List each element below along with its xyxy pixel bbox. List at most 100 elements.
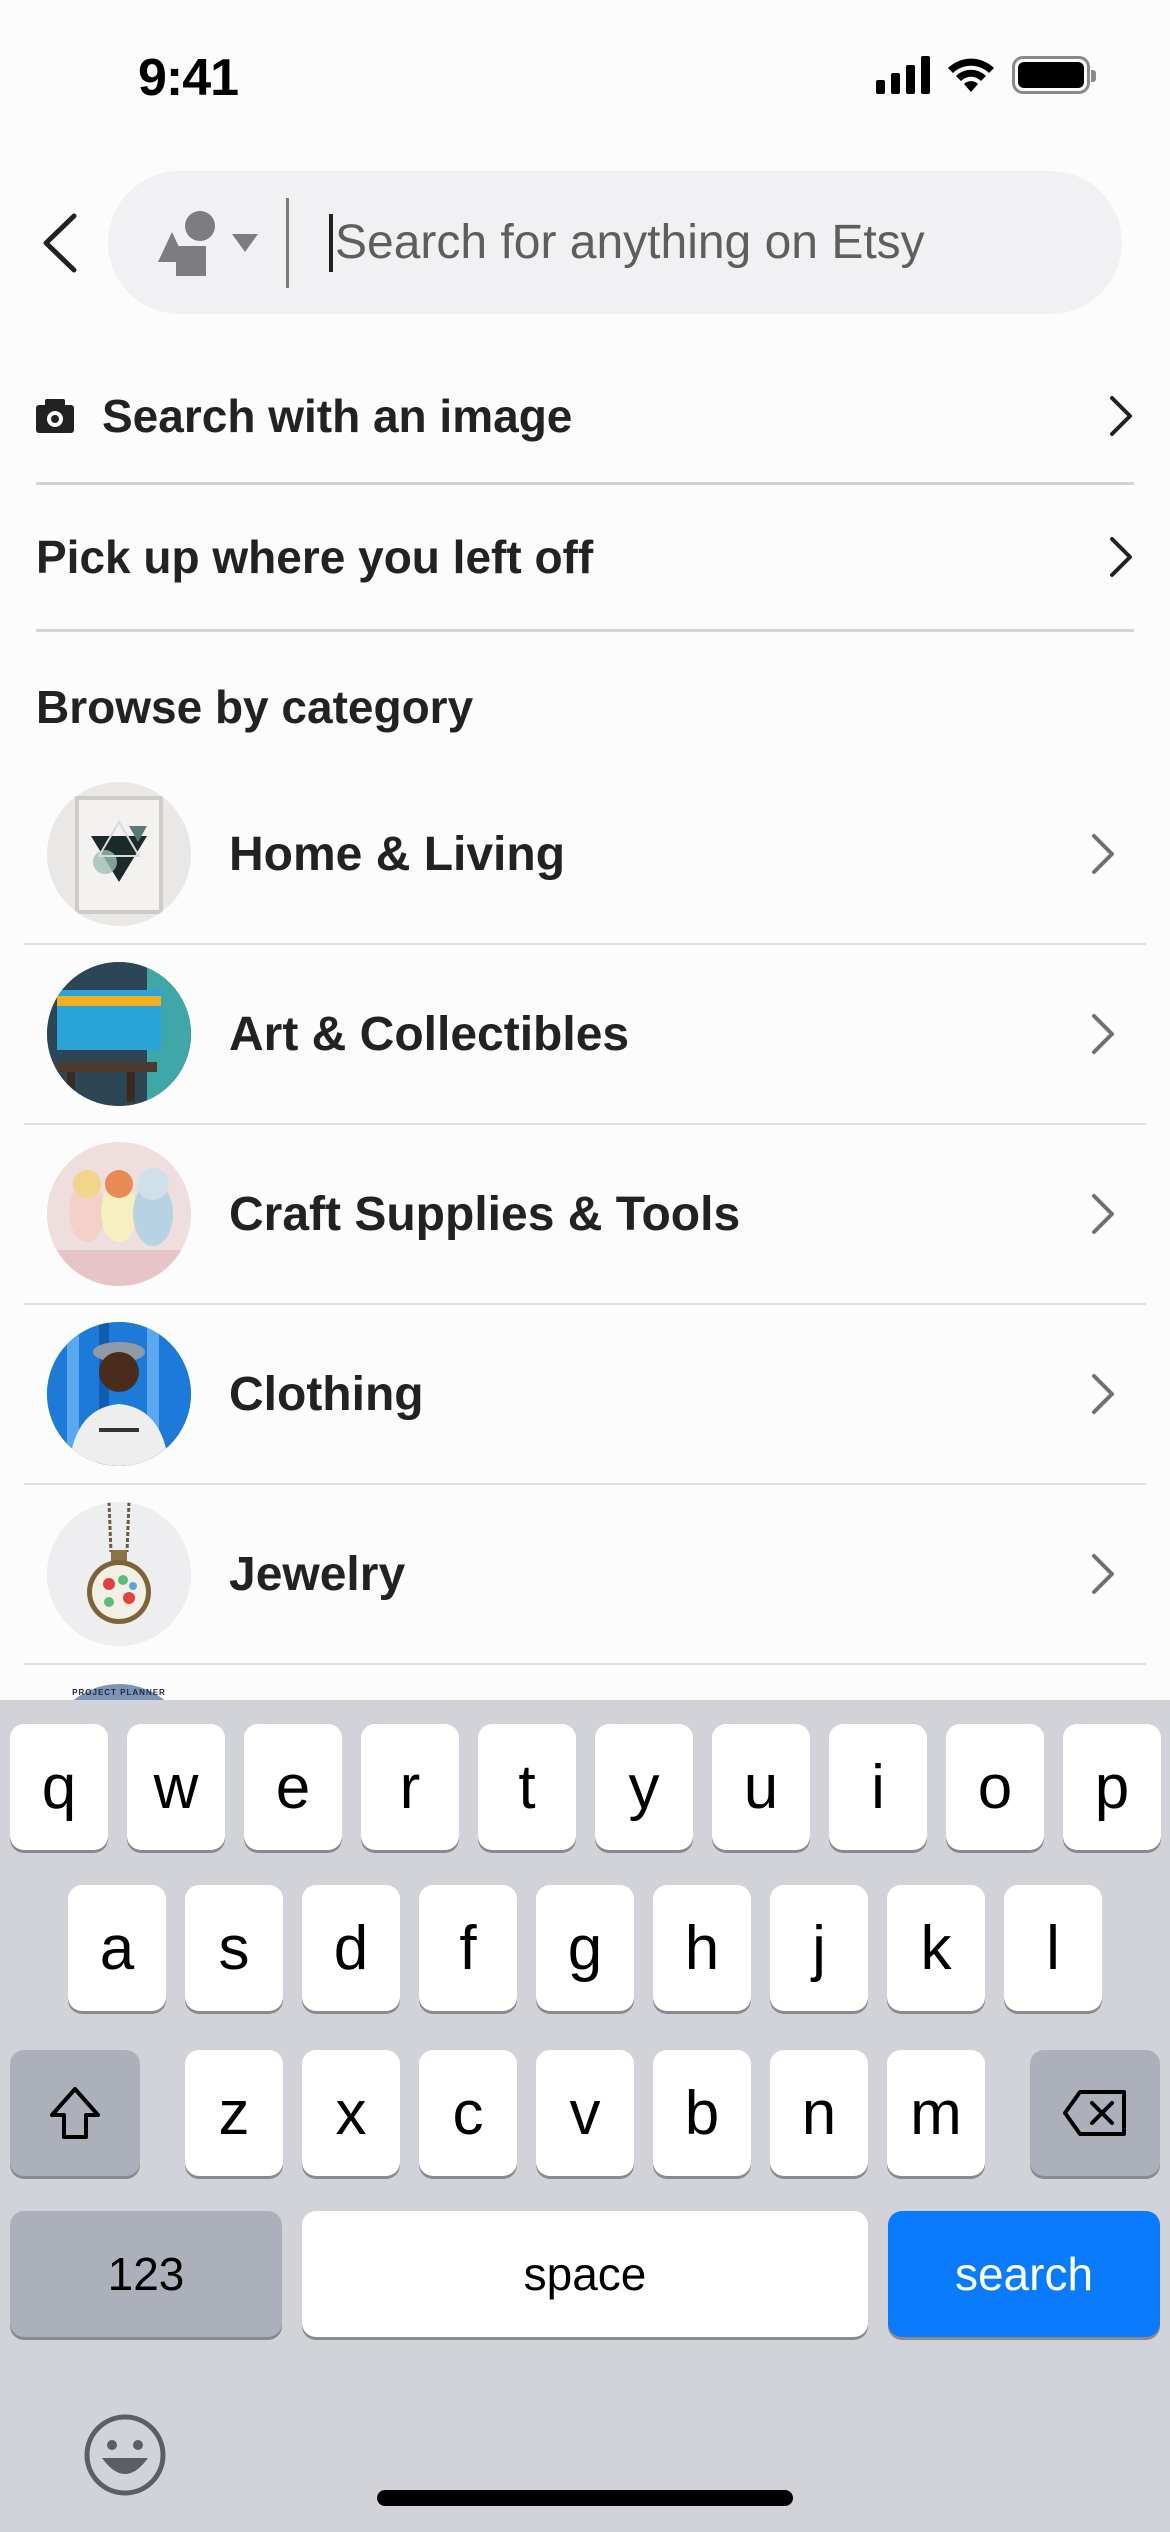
cellular-signal-icon bbox=[876, 56, 930, 94]
status-bar: 9:41 bbox=[0, 0, 1170, 150]
category-row-jewelry[interactable]: Jewelry bbox=[24, 1484, 1146, 1664]
key-r[interactable]: r bbox=[361, 1724, 459, 1850]
key-s[interactable]: s bbox=[185, 1885, 283, 2011]
category-toggle-button[interactable] bbox=[158, 171, 258, 314]
chevron-right-icon bbox=[1092, 834, 1114, 874]
key-label: w bbox=[153, 1752, 199, 1822]
key-label: i bbox=[871, 1752, 885, 1822]
key-label: x bbox=[335, 2078, 367, 2148]
keyboard-row-4: 123 space search bbox=[0, 2211, 1170, 2337]
key-u[interactable]: u bbox=[712, 1724, 810, 1850]
shapes-icon bbox=[158, 210, 215, 276]
numbers-key-label: 123 bbox=[107, 2248, 185, 2300]
key-label: l bbox=[1046, 1913, 1060, 1983]
category-row-art-collectibles[interactable]: Art & Collectibles bbox=[24, 944, 1146, 1124]
key-a[interactable]: a bbox=[68, 1885, 166, 2011]
key-label: k bbox=[920, 1913, 952, 1983]
key-label: s bbox=[218, 1913, 250, 1983]
search-with-image-label: Search with an image bbox=[102, 390, 573, 442]
category-row-home-living[interactable]: Home & Living bbox=[24, 764, 1146, 944]
category-label: Home & Living bbox=[229, 827, 566, 881]
key-l[interactable]: l bbox=[1004, 1885, 1102, 2011]
keyboard-row-3: zx c vbn m bbox=[0, 2050, 1170, 2176]
key-label: c bbox=[452, 2078, 484, 2148]
search-key[interactable]: search bbox=[888, 2211, 1160, 2337]
dropdown-caret-icon bbox=[232, 233, 258, 252]
shift-arrow-icon bbox=[50, 2087, 100, 2139]
status-time: 9:41 bbox=[138, 49, 239, 107]
divider bbox=[36, 629, 1134, 632]
numbers-key[interactable]: 123 bbox=[10, 2211, 282, 2337]
category-row-craft-supplies-tools[interactable]: Craft Supplies & Tools bbox=[24, 1124, 1146, 1304]
keyboard-row-2: a s dfg h j k l bbox=[0, 1885, 1170, 2011]
pick-up-where-left-off-row[interactable]: Pick up where you left off bbox=[36, 497, 1134, 617]
category-thumbnail-partial: PROJECT PLANNER bbox=[47, 1684, 191, 1700]
key-f[interactable]: f bbox=[419, 1885, 517, 2011]
key-m[interactable]: m bbox=[887, 2050, 985, 2176]
pick-up-label: Pick up where you left off bbox=[36, 531, 594, 583]
key-label: d bbox=[333, 1913, 369, 1983]
key-label: r bbox=[399, 1752, 421, 1822]
category-label: Craft Supplies & Tools bbox=[229, 1187, 741, 1241]
chevron-right-icon bbox=[1110, 396, 1132, 436]
battery-icon bbox=[1012, 56, 1096, 94]
chevron-right-icon bbox=[1092, 1194, 1114, 1234]
key-c[interactable]: c bbox=[419, 2050, 517, 2176]
category-label: Art & Collectibles bbox=[229, 1007, 630, 1061]
search-input[interactable] bbox=[335, 215, 995, 270]
search-bar bbox=[108, 171, 1122, 314]
key-label: j bbox=[812, 1913, 826, 1983]
key-label: m bbox=[910, 2078, 962, 2148]
key-e[interactable]: e bbox=[244, 1724, 342, 1850]
chevron-right-icon bbox=[1092, 1554, 1114, 1594]
search-key-label: search bbox=[954, 2248, 1094, 2300]
key-q[interactable]: q bbox=[10, 1724, 108, 1850]
keyboard-row-1: q w e r t y u i op bbox=[0, 1724, 1170, 1850]
key-label: v bbox=[569, 2078, 601, 2148]
key-z[interactable]: z bbox=[185, 2050, 283, 2176]
key-label: e bbox=[275, 1752, 311, 1822]
category-row-clothing[interactable]: Clothing bbox=[24, 1304, 1146, 1484]
key-label: a bbox=[99, 1913, 135, 1983]
key-w[interactable]: w bbox=[127, 1724, 225, 1850]
key-i[interactable]: i bbox=[829, 1724, 927, 1850]
key-b[interactable]: b bbox=[653, 2050, 751, 2176]
key-label: h bbox=[684, 1913, 720, 1983]
key-label: t bbox=[518, 1752, 536, 1822]
key-g[interactable]: g bbox=[536, 1885, 634, 2011]
delete-key[interactable] bbox=[1030, 2050, 1160, 2176]
key-n[interactable]: n bbox=[770, 2050, 868, 2176]
divider bbox=[24, 1663, 1146, 1665]
key-p[interactable]: p bbox=[1063, 1724, 1161, 1850]
space-key[interactable]: space bbox=[302, 2211, 868, 2337]
camera-icon bbox=[36, 399, 74, 433]
space-key-label: space bbox=[523, 2248, 647, 2300]
search-with-image-row[interactable]: Search with an image bbox=[36, 356, 1134, 476]
key-j[interactable]: j bbox=[770, 1885, 868, 2011]
key-h[interactable]: h bbox=[653, 1885, 751, 2011]
key-label: o bbox=[977, 1752, 1013, 1822]
key-o[interactable]: o bbox=[946, 1724, 1044, 1850]
key-label: u bbox=[743, 1752, 779, 1822]
search-divider bbox=[286, 197, 289, 288]
key-label: y bbox=[628, 1752, 660, 1822]
wifi-icon bbox=[948, 58, 994, 92]
key-label: q bbox=[41, 1752, 77, 1822]
shift-key[interactable] bbox=[10, 2050, 140, 2176]
keyboard: q w e r t y u i o p a s d f g h j k l z x c v b n m 123 space s… bbox=[0, 1700, 1170, 2532]
category-label: Clothing bbox=[229, 1367, 424, 1421]
chevron-right-icon bbox=[1092, 1014, 1114, 1054]
key-t[interactable]: t bbox=[478, 1724, 576, 1850]
key-y[interactable]: y bbox=[595, 1724, 693, 1850]
home-indicator bbox=[377, 2490, 793, 2506]
key-label: n bbox=[801, 2078, 837, 2148]
key-x[interactable]: x bbox=[302, 2050, 400, 2176]
key-v[interactable]: v bbox=[536, 2050, 634, 2176]
key-label: g bbox=[567, 1913, 603, 1983]
key-k[interactable]: k bbox=[887, 1885, 985, 2011]
category-thumbnail bbox=[47, 962, 191, 1106]
emoji-button[interactable] bbox=[82, 2412, 168, 2498]
back-button[interactable] bbox=[30, 208, 90, 278]
key-d[interactable]: d bbox=[302, 1885, 400, 2011]
emoji-smiley-icon bbox=[84, 2414, 166, 2496]
